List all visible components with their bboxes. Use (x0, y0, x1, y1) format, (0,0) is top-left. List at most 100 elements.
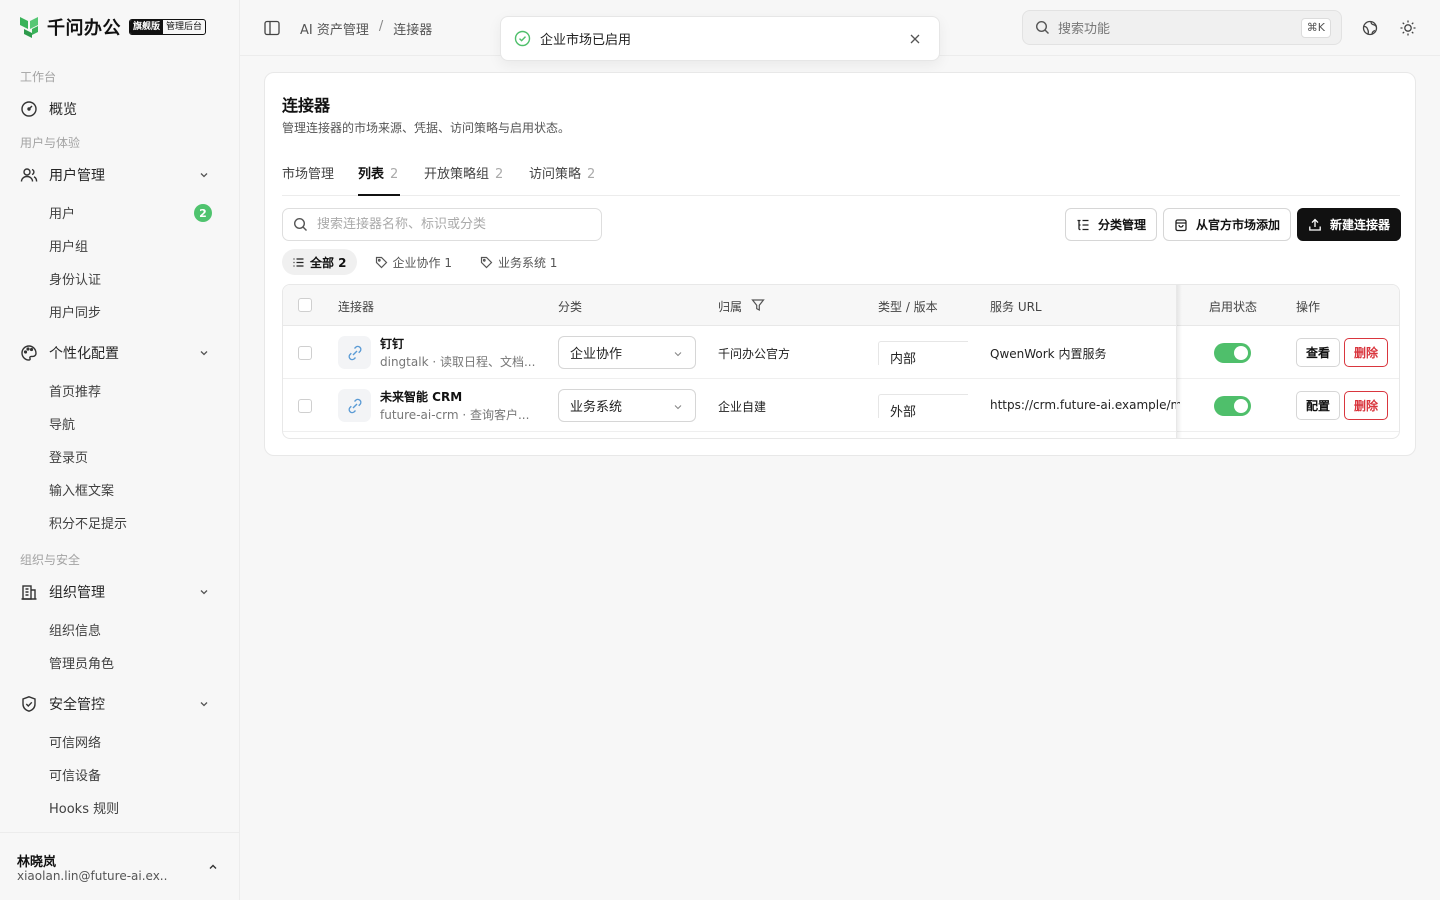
row-checkbox[interactable] (298, 346, 312, 360)
table-row: 未来智能 CRM future-ai-crm · 查询客户... 业务系统 企业… (283, 379, 1399, 432)
column-header-connector: 连接器 (338, 300, 375, 314)
column-header-owner: 归属 (718, 300, 743, 314)
tag-icon (480, 256, 493, 268)
category-management-button[interactable]: 分类管理 (1065, 208, 1158, 241)
tab-access-policies[interactable]: 访问策略 2 (529, 163, 599, 196)
connector-description: dingtalk · 读取日程、文档... (380, 355, 536, 369)
global-search[interactable]: 搜索功能 ⌘K (1022, 10, 1342, 45)
users-count-badge: 2 (194, 204, 212, 222)
sidebar-item-input-copy[interactable]: 输入框文案 (8, 475, 224, 503)
connector-description: future-ai-crm · 查询客户... (380, 408, 530, 422)
sidebar-item-label: 身份认证 (49, 272, 102, 288)
connector-name: 未来智能 CRM (380, 390, 463, 404)
delete-button[interactable]: 删除 (1344, 391, 1388, 420)
tab-count: 2 (390, 167, 399, 182)
delete-button[interactable]: 删除 (1344, 338, 1388, 367)
sidebar-item-label: 用户 (49, 206, 76, 222)
enabled-toggle[interactable] (1214, 343, 1251, 363)
connector-search-input[interactable] (317, 217, 587, 232)
sidebar-item-label: 首页推荐 (49, 384, 102, 400)
sidebar-item-trusted-devices[interactable]: 可信设备 (8, 760, 224, 788)
connector-search (282, 208, 602, 241)
category-select[interactable]: 企业协作 (558, 336, 696, 369)
add-from-market-button[interactable]: 从官方市场添加 (1163, 208, 1292, 241)
account-email: xiaolan.lin@future-ai.ex... (17, 869, 167, 883)
sidebar-toggle-icon[interactable] (263, 19, 281, 37)
filter-funnel-icon[interactable] (751, 298, 765, 312)
search-icon (293, 217, 307, 231)
close-icon[interactable] (909, 33, 921, 45)
type-tag: 内部 (878, 341, 968, 367)
create-connector-button[interactable]: 新建连接器 (1297, 208, 1402, 241)
sidebar-item-org-info[interactable]: 组织信息 (8, 615, 224, 643)
type-tag: 外部 (878, 394, 968, 420)
sidebar-item-trusted-network[interactable]: 可信网络 (8, 727, 224, 755)
sidebar-item-navigation[interactable]: 导航 (8, 409, 224, 437)
owner-value: 千问办公官方 (718, 347, 791, 361)
chevron-down-icon (674, 405, 682, 410)
edition-label: 旗舰版 (130, 20, 164, 34)
sidebar-item-users[interactable]: 用户 2 (8, 198, 224, 226)
button-label: 新建连接器 (1330, 218, 1391, 232)
search-icon (1035, 20, 1049, 34)
global-search-placeholder: 搜索功能 (1058, 22, 1111, 37)
breadcrumb-ai-assets[interactable]: AI 资产管理 (300, 19, 369, 38)
search-shortcut: ⌘K (1300, 18, 1331, 38)
nav-personalization[interactable]: 个性化配置 (8, 338, 224, 368)
tab-open-policy-groups[interactable]: 开放策略组 2 (424, 163, 508, 196)
tab-list[interactable]: 列表 2 (358, 163, 400, 196)
brand-name: 千问办公 (47, 18, 121, 39)
account-menu[interactable]: 林晓岚 xiaolan.lin@future-ai.ex... (0, 832, 239, 900)
configure-button[interactable]: 配置 (1296, 391, 1340, 420)
sidebar-item-login-page[interactable]: 登录页 (8, 442, 224, 470)
sidebar-item-user-groups[interactable]: 用户组 (8, 231, 224, 259)
nav-user-management[interactable]: 用户管理 (8, 160, 224, 190)
select-all-checkbox[interactable] (298, 298, 312, 312)
sidebar-item-admin-roles[interactable]: 管理员角色 (8, 648, 224, 676)
globe-language-icon[interactable] (1361, 19, 1379, 37)
filter-collaboration[interactable]: 企业协作 1 (365, 249, 462, 275)
category-select[interactable]: 业务系统 (558, 389, 696, 422)
tab-market-management[interactable]: 市场管理 (282, 163, 334, 196)
tab-bar: 市场管理 列表 2 开放策略组 2 访问策略 2 (282, 163, 1400, 196)
sidebar-item-authentication[interactable]: 身份认证 (8, 264, 224, 292)
list-tree-icon (1077, 219, 1089, 230)
sidebar-item-label: 登录页 (49, 450, 89, 466)
users-icon (20, 168, 38, 182)
breadcrumb: AI 资产管理 / 连接器 (300, 19, 432, 38)
sidebar: 千问办公 旗舰版 管理后台 工作台 概览 用户与体验 用户管理 用户 2 用户组… (0, 0, 240, 900)
enabled-toggle[interactable] (1214, 396, 1251, 416)
column-header-enabled: 启用状态 (1209, 300, 1258, 314)
filter-business-systems[interactable]: 业务系统 1 (470, 249, 567, 275)
row-checkbox[interactable] (298, 399, 312, 413)
shopping-bag-icon (1175, 218, 1187, 231)
nav-org-management-label: 组织管理 (49, 585, 105, 601)
sidebar-item-home-recommend[interactable]: 首页推荐 (8, 376, 224, 404)
nav-security[interactable]: 安全管控 (8, 689, 224, 719)
tab-count: 2 (587, 167, 596, 182)
button-label: 从官方市场添加 (1196, 218, 1281, 232)
owner-value: 企业自建 (718, 400, 767, 414)
sidebar-item-label: 输入框文案 (49, 483, 115, 499)
nav-overview[interactable]: 概览 (8, 94, 224, 124)
sun-theme-icon[interactable] (1399, 19, 1417, 37)
brand-logo[interactable]: 千问办公 旗舰版 管理后台 (18, 14, 207, 40)
admin-label: 管理后台 (166, 22, 203, 32)
view-button[interactable]: 查看 (1296, 338, 1340, 367)
account-name: 林晓岚 (17, 855, 57, 870)
nav-org-management[interactable]: 组织管理 (8, 577, 224, 607)
shield-check-icon (22, 696, 36, 712)
sidebar-item-hooks-rules[interactable]: Hooks 规则 (8, 793, 224, 821)
sidebar-item-label: 用户组 (49, 239, 89, 255)
sticky-column-shadow (1176, 285, 1182, 438)
sidebar-item-credit-alert[interactable]: 积分不足提示 (8, 508, 224, 536)
button-label: 分类管理 (1098, 218, 1147, 232)
page-subtitle: 管理连接器的市场来源、凭据、访问策略与启用状态。 (282, 121, 571, 135)
column-header-category: 分类 (558, 300, 583, 314)
sidebar-item-label: 管理员角色 (49, 656, 115, 672)
tag-icon (375, 256, 387, 268)
sidebar-item-user-sync[interactable]: 用户同步 (8, 297, 224, 325)
success-toast: 企业市场已启用 (500, 16, 940, 61)
filter-all[interactable]: 全部 2 (282, 249, 357, 275)
toast-message: 企业市场已启用 (540, 33, 632, 48)
